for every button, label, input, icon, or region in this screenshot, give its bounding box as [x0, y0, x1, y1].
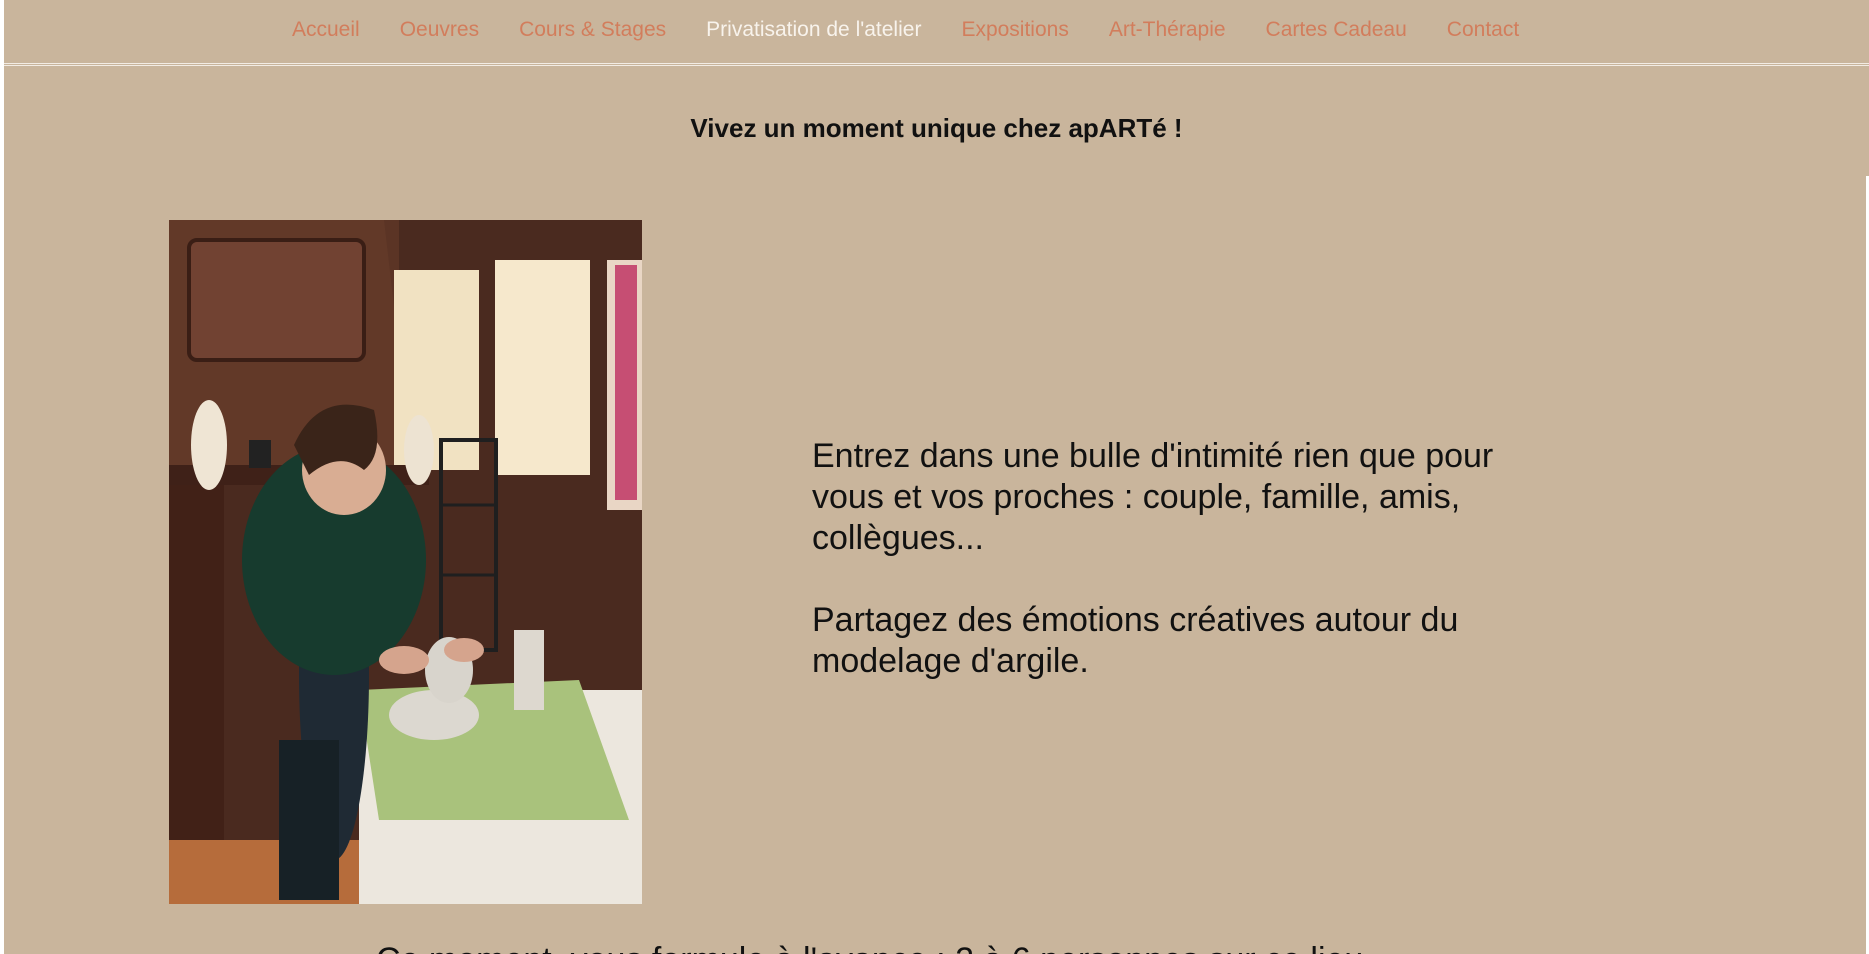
nav-item-oeuvres[interactable]: Oeuvres	[400, 18, 479, 42]
nav-item-cours-stages[interactable]: Cours & Stages	[519, 18, 666, 42]
intro-text: Entrez dans une bulle d'intimité rien qu…	[812, 436, 1572, 682]
nav-item-expositions[interactable]: Expositions	[961, 18, 1068, 42]
intro-paragraph-2: Partagez des émotions créatives autour d…	[812, 601, 1459, 680]
nav-item-contact[interactable]: Contact	[1447, 18, 1519, 42]
page-tagline: Vivez un moment unique chez apARTé !	[690, 113, 1183, 143]
top-navigation: Accueil Oeuvres Cours & Stages Privatisa…	[4, 0, 1869, 66]
nav-item-cartes-cadeau[interactable]: Cartes Cadeau	[1266, 18, 1407, 42]
nav-item-art-therapie[interactable]: Art-Thérapie	[1109, 18, 1226, 42]
nav-item-privatisation[interactable]: Privatisation de l'atelier	[706, 18, 921, 42]
bottom-partial-text: Ce moment, vous formule à l'avance : 2 à…	[376, 941, 1392, 954]
nav-item-accueil[interactable]: Accueil	[292, 18, 360, 42]
nav-list: Accueil Oeuvres Cours & Stages Privatisa…	[292, 18, 1559, 42]
page: Accueil Oeuvres Cours & Stages Privatisa…	[0, 0, 1869, 954]
atelier-photo	[169, 220, 642, 904]
intro-paragraph-1: Entrez dans une bulle d'intimité rien qu…	[812, 437, 1494, 557]
